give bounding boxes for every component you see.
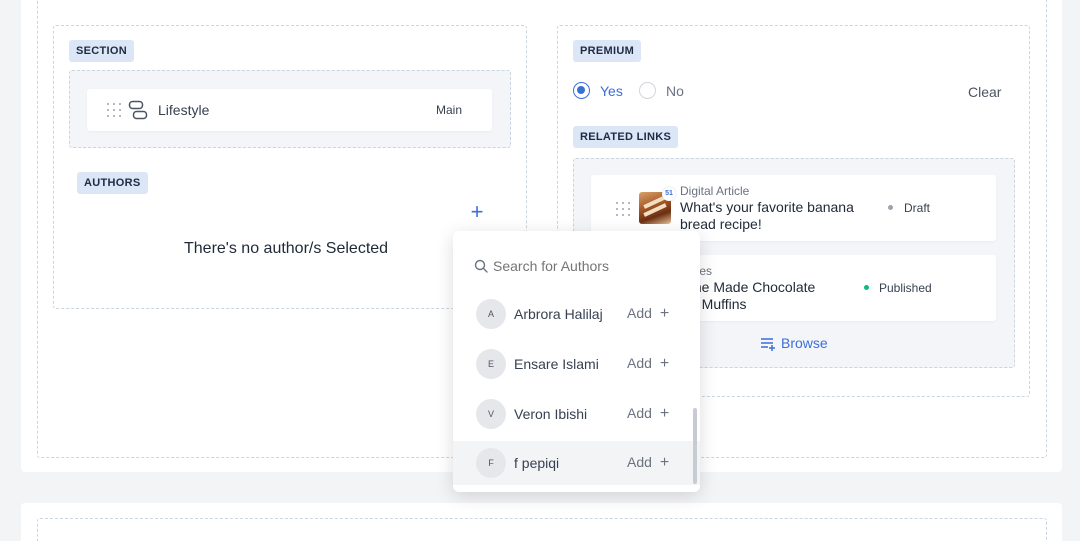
plus-icon: + xyxy=(659,454,670,471)
avatar: E xyxy=(476,349,506,379)
section-item-label: Lifestyle xyxy=(158,102,210,118)
drag-handle-icon[interactable] xyxy=(616,202,630,216)
add-label: Add xyxy=(627,355,652,371)
section-icon xyxy=(128,100,148,120)
premium-yes-label[interactable]: Yes xyxy=(600,83,623,99)
add-label: Add xyxy=(627,405,652,421)
add-author-button[interactable]: + xyxy=(467,201,487,223)
related-links-tag: RELATED LINKS xyxy=(573,126,679,148)
authors-empty-message: There's no author/s Selected xyxy=(184,240,389,257)
status-badge: Published xyxy=(879,281,932,295)
status-dot xyxy=(864,285,869,290)
plus-icon: + xyxy=(659,405,670,422)
status-badge: Draft xyxy=(904,201,931,215)
status-dot xyxy=(888,205,893,210)
add-author-option-button[interactable]: Add + xyxy=(627,305,669,323)
section-item-badge: Main xyxy=(436,103,463,117)
related-link-title: What's your favorite banana xyxy=(680,199,854,215)
avatar: V xyxy=(476,399,506,429)
author-option[interactable]: A Arbrora Halilaj Add + xyxy=(453,292,700,336)
author-option-name: f pepiqi xyxy=(514,455,560,471)
dropdown-scrollbar[interactable] xyxy=(693,408,697,484)
premium-tag: PREMIUM xyxy=(573,40,642,62)
premium-no-label[interactable]: No xyxy=(666,83,684,99)
add-author-option-button[interactable]: Add + xyxy=(627,454,669,472)
related-link-title: me Made Chocolate xyxy=(690,279,816,295)
section-tag: SECTION xyxy=(69,40,134,62)
drag-handle-icon[interactable] xyxy=(107,103,121,117)
plus-icon: + xyxy=(659,355,670,372)
avatar: A xyxy=(476,299,506,329)
plus-icon: + xyxy=(659,305,670,322)
search-icon xyxy=(474,259,488,273)
lower-dropzone xyxy=(37,518,1047,541)
author-option-name: Arbrora Halilaj xyxy=(514,306,603,322)
related-link-type: Digital Article xyxy=(680,184,750,198)
related-link-title-line2: bread recipe! xyxy=(680,216,762,232)
thumbnail-count-badge: 51 xyxy=(662,187,676,201)
avatar: F xyxy=(476,448,506,478)
premium-clear-button[interactable]: Clear xyxy=(968,84,1001,100)
add-label: Add xyxy=(627,305,652,321)
browse-label: Browse xyxy=(781,335,828,351)
author-search-dropdown: A Arbrora Halilaj Add + E Ensare Islami A… xyxy=(453,231,700,492)
author-option[interactable]: E Ensare Islami Add + xyxy=(453,342,700,386)
authors-tag: AUTHORS xyxy=(77,172,148,194)
add-author-option-button[interactable]: Add + xyxy=(627,405,669,423)
author-search-input[interactable] xyxy=(493,256,683,276)
add-author-option-button[interactable]: Add + xyxy=(627,355,669,373)
add-label: Add xyxy=(627,454,652,470)
list-add-icon xyxy=(761,338,775,351)
premium-no-radio[interactable] xyxy=(639,82,656,99)
author-option-name: Veron Ibishi xyxy=(514,406,588,422)
section-item[interactable]: Lifestyle Main xyxy=(87,89,492,131)
premium-yes-radio[interactable] xyxy=(573,82,590,99)
author-option[interactable]: F f pepiqi Add + xyxy=(453,441,700,485)
author-option[interactable]: V Veron Ibishi Add + xyxy=(453,392,700,436)
author-option-name: Ensare Islami xyxy=(514,356,599,372)
